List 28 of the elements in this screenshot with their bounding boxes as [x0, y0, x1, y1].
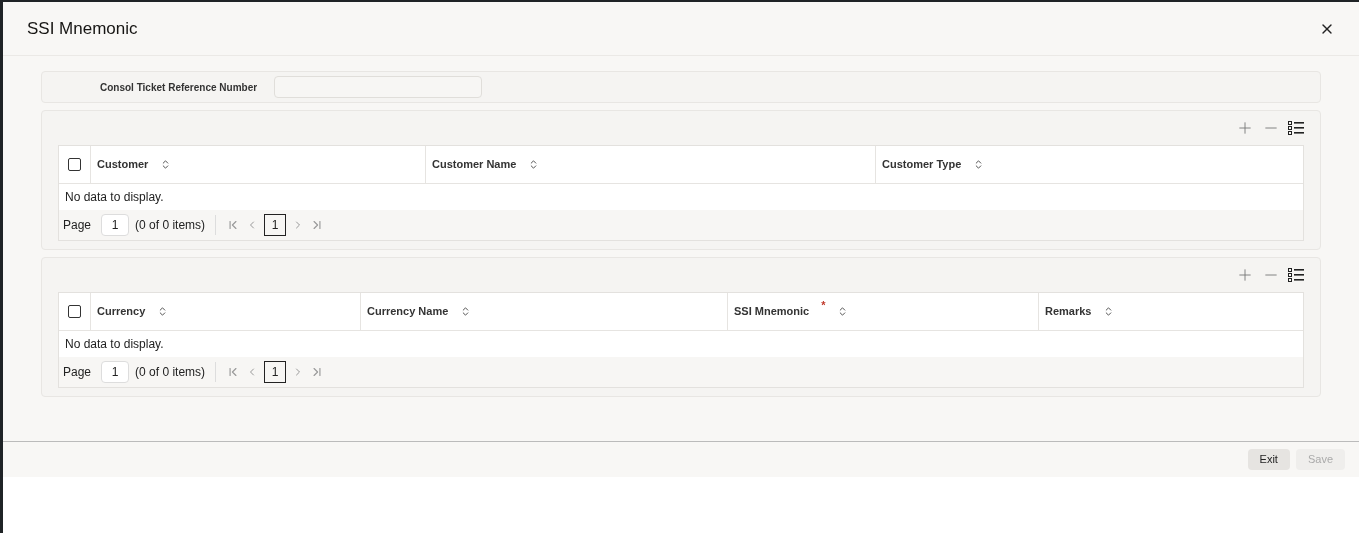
empty-message: No data to display.	[65, 336, 164, 353]
dialog-title: SSI Mnemonic	[27, 17, 138, 40]
column-header[interactable]: Customer Type	[876, 146, 1303, 183]
item-count: (0 of 0 items)	[135, 364, 206, 381]
field-label: Consol Ticket Reference Number	[100, 80, 258, 95]
page-input[interactable]: 1	[101, 361, 130, 383]
list-view-icon[interactable]	[1288, 268, 1304, 282]
list-view-icon[interactable]	[1288, 121, 1304, 135]
column-header[interactable]: Remarks	[1039, 293, 1303, 330]
required-marker: *	[821, 298, 826, 313]
page-label: Page	[63, 217, 92, 234]
column-header[interactable]: Currency	[91, 293, 361, 330]
page-input[interactable]: 1	[101, 214, 130, 236]
add-icon[interactable]	[1236, 266, 1254, 284]
page-number[interactable]: 1	[264, 214, 287, 236]
add-icon[interactable]	[1236, 119, 1254, 137]
item-count: (0 of 0 items)	[135, 217, 206, 234]
empty-message: No data to display.	[65, 189, 164, 206]
footer-button[interactable]: Exit	[1247, 449, 1290, 470]
page-number[interactable]: 1	[264, 361, 287, 383]
page-label: Page	[63, 364, 92, 381]
column-header[interactable]: Customer	[91, 146, 426, 183]
reference-number-field[interactable]	[274, 76, 483, 98]
column-header[interactable]: Currency Name	[361, 293, 728, 330]
select-all-checkbox[interactable]	[68, 305, 81, 318]
column-header[interactable]: SSI Mnemonic *	[728, 293, 1039, 330]
column-header[interactable]: Customer Name	[426, 146, 876, 183]
select-all-checkbox[interactable]	[68, 158, 81, 171]
